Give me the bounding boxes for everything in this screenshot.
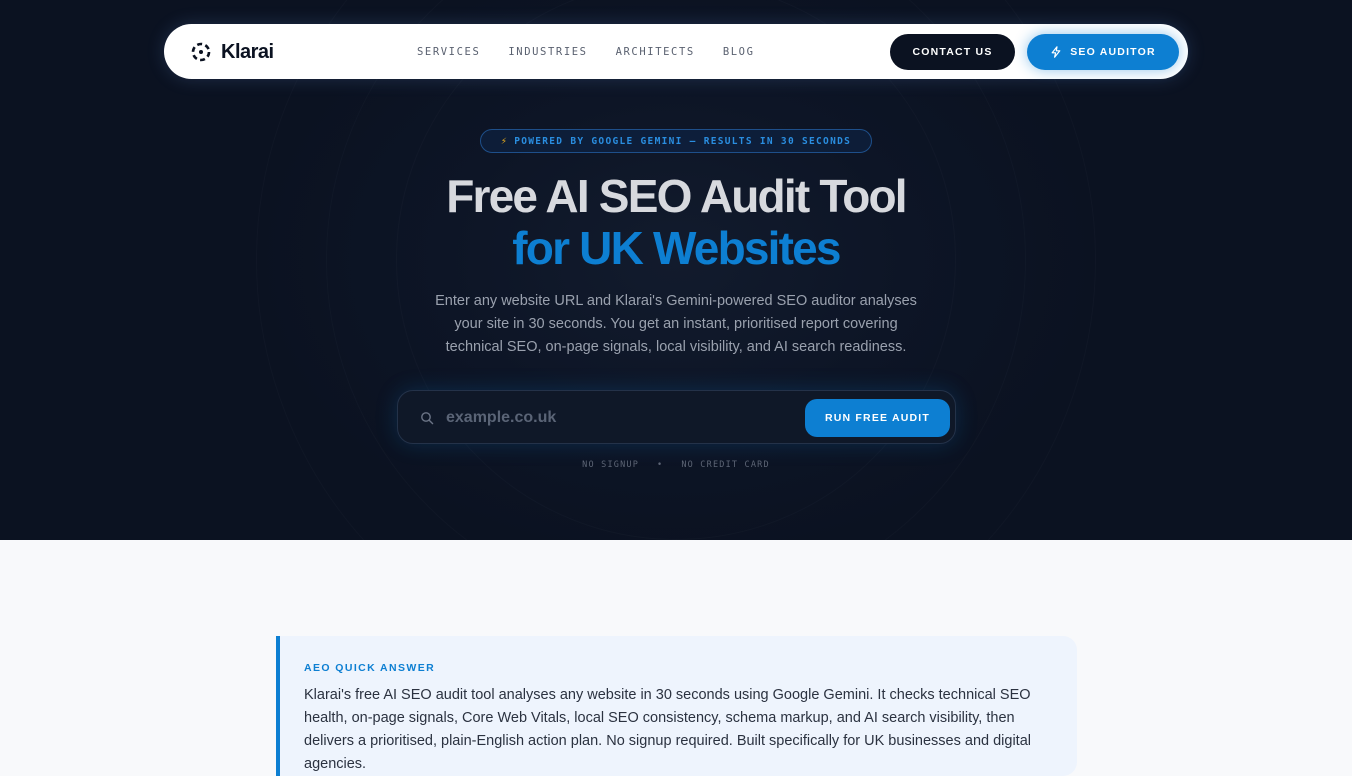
logo[interactable]: Klarai [190,39,274,65]
page-title-line2: for UK Websites [512,222,841,274]
nav-link-architects[interactable]: ARCHITECTS [616,46,695,58]
note-no-signup: NO SIGNUP [582,460,640,470]
aeo-text: Klarai's free AI SEO audit tool analyses… [304,687,1031,772]
contact-us-button[interactable]: CONTACT US [890,34,1015,70]
url-search-bar: RUN FREE AUDIT [397,390,956,444]
page-title-line1: Free AI SEO Audit Tool [446,170,907,222]
nav-link-industries[interactable]: INDUSTRIES [508,46,587,58]
seo-auditor-button[interactable]: SEO AUDITOR [1027,34,1179,70]
hero-subtitle: Enter any website URL and Klarai's Gemin… [435,293,917,355]
aeo-quick-answer-card: AEO QUICK ANSWER Klarai's free AI SEO au… [276,636,1077,776]
lightning-icon: ⚡ [500,135,509,147]
run-free-audit-button[interactable]: RUN FREE AUDIT [805,399,950,437]
lightning-icon [1051,46,1061,58]
separator-dot: • [657,460,664,470]
powered-by-badge: ⚡ POWERED BY GOOGLE GEMINI — RESULTS IN … [480,129,872,153]
hero-section: Klarai SERVICES INDUSTRIES ARCHITECTS BL… [0,0,1352,540]
klarai-logo-icon [191,42,211,62]
reassurance-notes: NO SIGNUP • NO CREDIT CARD [0,460,1352,470]
aeo-label: AEO QUICK ANSWER [304,662,436,674]
nav-link-services[interactable]: SERVICES [417,46,480,58]
note-no-credit-card: NO CREDIT CARD [681,460,770,470]
top-navbar: Klarai SERVICES INDUSTRIES ARCHITECTS BL… [164,24,1188,79]
seo-auditor-label: SEO AUDITOR [1070,46,1156,58]
search-icon [421,412,434,425]
url-input[interactable] [446,403,786,433]
nav-links: SERVICES INDUSTRIES ARCHITECTS BLOG [417,24,755,79]
badge-text: POWERED BY GOOGLE GEMINI — RESULTS IN 30… [514,135,852,147]
nav-link-blog[interactable]: BLOG [723,46,755,58]
logo-text: Klarai [221,40,274,63]
